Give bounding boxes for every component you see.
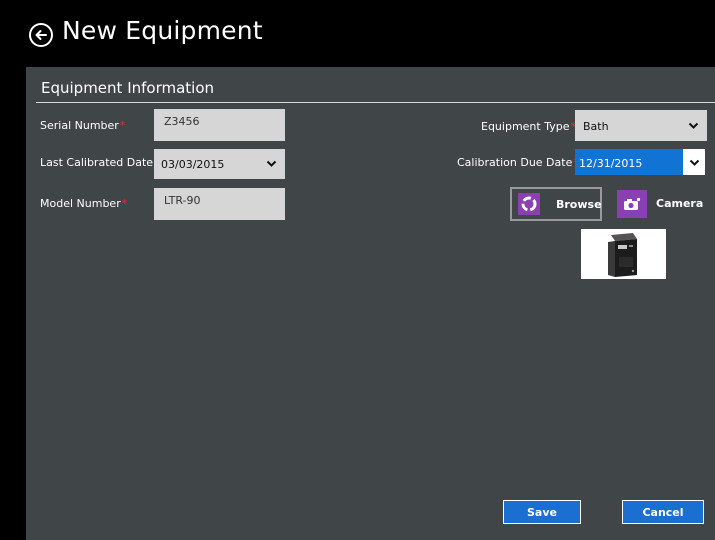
back-button[interactable] (29, 23, 53, 47)
equipment-image (608, 233, 637, 277)
calibration-due-date-picker[interactable]: 12/31/2015 (575, 149, 705, 175)
calibration-due-date-label: Calibration Due Date* (457, 156, 579, 169)
section-title: Equipment Information (41, 79, 215, 97)
browse-label: Browse (556, 198, 602, 211)
chevron-down-icon (688, 122, 699, 129)
equipment-type-label: Equipment Type* (481, 120, 576, 133)
page-title: New Equipment (62, 16, 263, 45)
model-number-label: Model Number* (40, 197, 128, 210)
serial-number-field[interactable]: Z3456 (154, 109, 285, 141)
equipment-type-select[interactable]: Bath (575, 110, 707, 141)
required-marker: * (119, 119, 126, 132)
last-calibrated-date-picker[interactable]: 03/03/2015 (154, 149, 285, 179)
chevron-down-icon (266, 160, 277, 167)
browse-button[interactable]: Browse (510, 187, 602, 221)
chevron-down-icon (689, 159, 700, 166)
last-calibrated-date-value: 03/03/2015 (161, 158, 225, 171)
save-button[interactable]: Save (503, 500, 581, 524)
camera-button[interactable]: Camera (617, 189, 713, 219)
serial-number-label: Serial Number* (40, 119, 126, 132)
equipment-form-panel: Equipment Information Serial Number* Z34… (26, 67, 715, 540)
last-calibrated-date-label: Last Calibrated Date* (40, 156, 160, 169)
browse-icon (518, 193, 540, 215)
section-divider (36, 102, 715, 103)
back-arrow-icon (35, 30, 47, 40)
equipment-photo-thumbnail (581, 229, 666, 279)
model-number-value: LTR-90 (164, 194, 201, 207)
required-marker: * (121, 197, 128, 210)
camera-label: Camera (656, 197, 704, 210)
cancel-button[interactable]: Cancel (622, 500, 704, 524)
camera-icon (617, 190, 647, 218)
title-bar: New Equipment (0, 0, 715, 67)
serial-number-value: Z3456 (164, 115, 200, 128)
equipment-type-value: Bath (583, 120, 609, 133)
calibration-due-date-dropdown[interactable] (683, 149, 705, 175)
calibration-due-date-value: 12/31/2015 (579, 157, 643, 170)
model-number-field[interactable]: LTR-90 (154, 188, 285, 220)
